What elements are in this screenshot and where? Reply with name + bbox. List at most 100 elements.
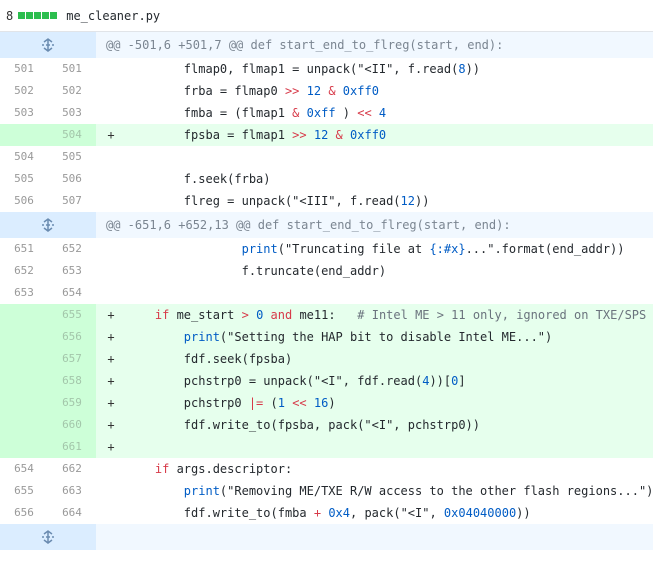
unfold-icon[interactable] — [0, 212, 96, 238]
old-line-number[interactable]: 656 — [0, 502, 48, 524]
added-line: 656 + print("Setting the HAP bit to disab… — [0, 326, 653, 348]
diff-marker — [96, 502, 126, 524]
new-line-number[interactable]: 653 — [48, 260, 96, 282]
new-line-number[interactable]: 660 — [48, 414, 96, 436]
new-line-number[interactable]: 502 — [48, 80, 96, 102]
new-line-number[interactable]: 501 — [48, 58, 96, 80]
diff-marker — [96, 80, 126, 102]
diff-marker — [96, 480, 126, 502]
code-token: if — [154, 462, 170, 476]
hunk-header — [0, 524, 653, 550]
added-line: 655 + if me_start > 0 and me11: # Intel M… — [0, 304, 653, 326]
added-line: 658 + pchstrp0 = unpack("<I", fdf.read(4)… — [0, 370, 653, 392]
old-line-number[interactable]: 502 — [0, 80, 48, 102]
new-line-number[interactable]: 506 — [48, 168, 96, 190]
code-text: f.truncate(end_addr) — [126, 260, 653, 282]
code-token: fdf.write_to(fmba — [126, 506, 314, 520]
file-name[interactable]: me_cleaner.py — [66, 9, 160, 23]
old-line-number[interactable]: 652 — [0, 260, 48, 282]
code-token: ) — [335, 106, 358, 120]
old-line-number[interactable] — [0, 392, 48, 414]
old-line-number[interactable]: 501 — [0, 58, 48, 80]
new-line-number[interactable]: 657 — [48, 348, 96, 370]
diff-marker — [96, 282, 126, 304]
code-token: << — [357, 106, 372, 120]
old-line-number[interactable]: 654 — [0, 458, 48, 480]
old-line-number[interactable]: 651 — [0, 238, 48, 260]
new-line-number[interactable]: 662 — [48, 458, 96, 480]
code-text: print("Setting the HAP bit to disable In… — [126, 326, 653, 348]
code-text: if args.descriptor: — [126, 458, 653, 480]
diff-marker: + — [107, 128, 115, 142]
new-line-number[interactable]: 652 — [48, 238, 96, 260]
new-line-number[interactable]: 658 — [48, 370, 96, 392]
code-token: and — [270, 308, 293, 322]
old-line-number[interactable] — [0, 348, 48, 370]
code-token: + — [313, 506, 322, 520]
hunk-header: @@ -501,6 +501,7 @@ def start_end_to_flr… — [0, 32, 653, 58]
hunk-text: @@ -501,6 +501,7 @@ def start_end_to_flr… — [106, 38, 504, 52]
diff-marker: + — [107, 418, 115, 432]
old-line-number[interactable] — [0, 436, 48, 458]
code-text: fmba = (flmap1 & 0xff ) << 4 — [126, 102, 653, 124]
old-line-number[interactable] — [0, 414, 48, 436]
code-token: if — [154, 308, 170, 322]
code-token: me11: — [292, 308, 358, 322]
added-line: 660 + fdf.write_to(fpsba, pack("<I", pchs… — [0, 414, 653, 436]
diff-marker: + — [107, 330, 115, 344]
code-token: flreg = unpack("<III", f.read( — [126, 194, 401, 208]
new-line-number[interactable]: 661 — [48, 436, 96, 458]
code-token: 12 — [313, 128, 329, 142]
diff-marker — [96, 238, 126, 260]
code-token: ))[ — [429, 374, 452, 388]
old-line-number[interactable]: 505 — [0, 168, 48, 190]
code-token: 0xff0 — [350, 128, 387, 142]
old-line-number[interactable]: 506 — [0, 190, 48, 212]
new-line-number[interactable]: 654 — [48, 282, 96, 304]
code-token: 0xff — [306, 106, 336, 120]
code-token: me_start — [169, 308, 242, 322]
new-line-number[interactable]: 659 — [48, 392, 96, 414]
new-line-number[interactable]: 505 — [48, 146, 96, 168]
code-token: ("Removing ME/TXE R/W access to the othe… — [219, 484, 653, 498]
code-token: 0xff0 — [342, 84, 379, 98]
new-line-number[interactable]: 656 — [48, 326, 96, 348]
new-line-number[interactable]: 507 — [48, 190, 96, 212]
old-line-number[interactable]: 653 — [0, 282, 48, 304]
code-token: print — [183, 330, 220, 344]
code-token: {:#x} — [429, 242, 466, 256]
code-token: pchstrp0 — [126, 396, 249, 410]
unfold-icon[interactable] — [0, 32, 96, 58]
old-line-number[interactable] — [0, 326, 48, 348]
old-line-number[interactable] — [0, 124, 48, 146]
new-line-number[interactable]: 655 — [48, 304, 96, 326]
old-line-number[interactable] — [0, 370, 48, 392]
new-line-number[interactable]: 663 — [48, 480, 96, 502]
new-line-number[interactable]: 504 — [48, 124, 96, 146]
old-line-number[interactable]: 503 — [0, 102, 48, 124]
new-line-number[interactable]: 503 — [48, 102, 96, 124]
new-line-number[interactable]: 664 — [48, 502, 96, 524]
code-text: fpsba = flmap1 >> 12 & 0xff0 — [126, 124, 653, 146]
old-line-number[interactable] — [0, 304, 48, 326]
unfold-icon[interactable] — [0, 524, 96, 550]
code-token: 12 — [306, 84, 322, 98]
code-token: fdf.seek(fpsba) — [126, 352, 293, 366]
code-token: > — [241, 308, 249, 322]
context-line: 652 653 f.truncate(end_addr) — [0, 260, 653, 282]
code-token: fmba = (flmap1 — [126, 106, 293, 120]
old-line-number[interactable]: 655 — [0, 480, 48, 502]
old-line-number[interactable]: 504 — [0, 146, 48, 168]
